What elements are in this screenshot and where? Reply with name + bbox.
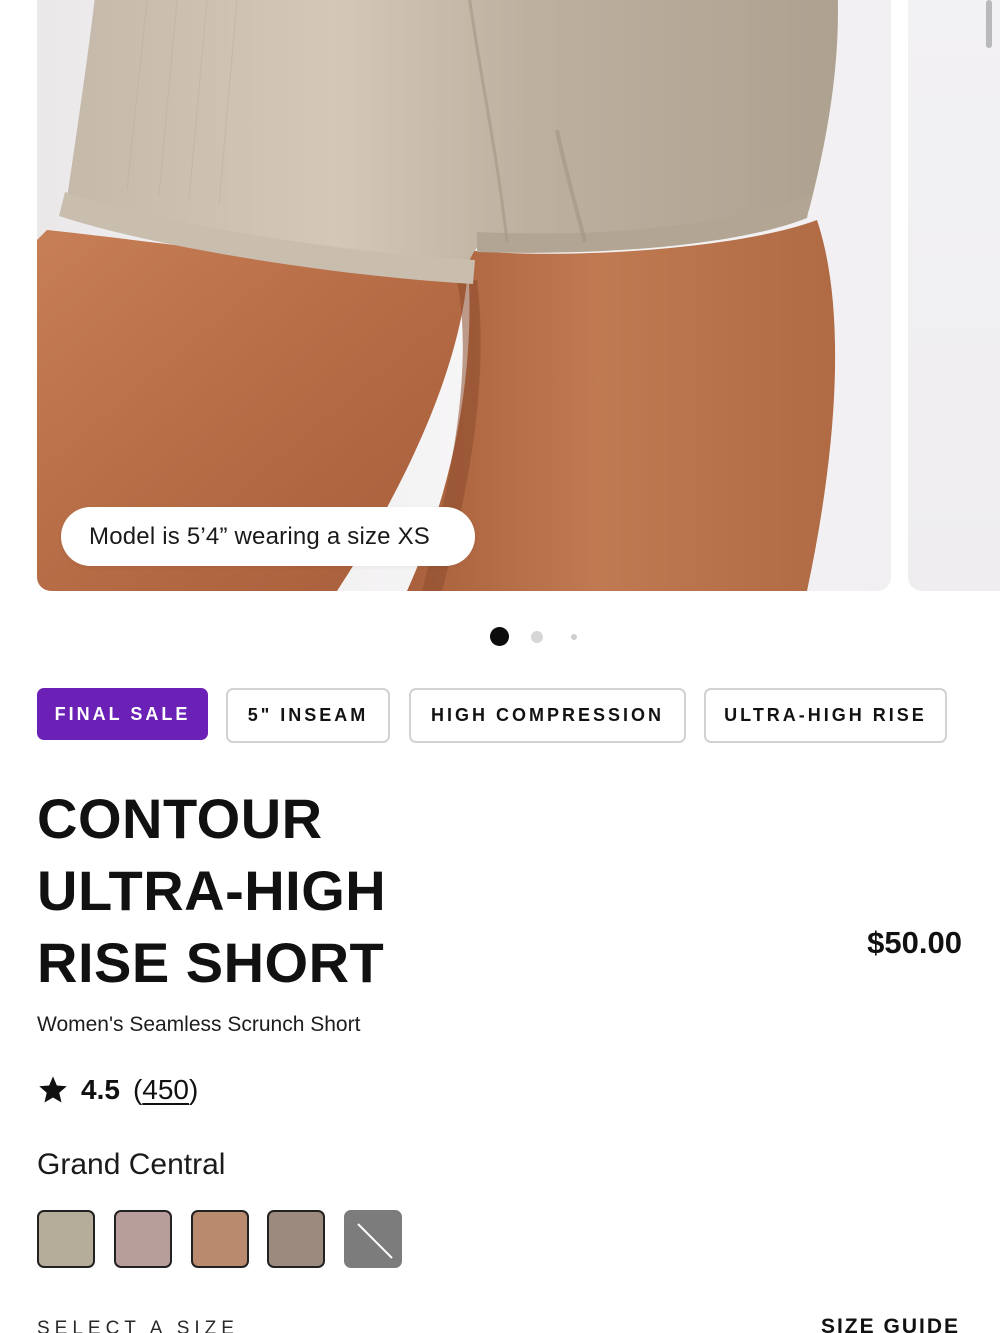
review-count[interactable]: 450: [142, 1074, 189, 1105]
size-guide-link[interactable]: SIZE GUIDE: [821, 1315, 960, 1333]
scrollbar[interactable]: [986, 0, 992, 48]
product-photo: [37, 0, 891, 591]
compression-tag[interactable]: HIGH COMPRESSION: [409, 688, 686, 743]
product-image-gallery[interactable]: Model is 5’4” wearing a size XS: [0, 0, 1000, 592]
final-sale-badge: FINAL SALE: [37, 688, 208, 740]
color-swatch-unavailable[interactable]: [344, 1210, 402, 1268]
color-swatch[interactable]: [191, 1210, 249, 1268]
review-count-link[interactable]: (450): [133, 1074, 198, 1106]
pagination-dot-active[interactable]: [490, 627, 509, 646]
select-size-label: SELECT A SIZE: [37, 1318, 239, 1333]
pagination-dot[interactable]: [571, 634, 577, 640]
product-rating[interactable]: 4.5 (450): [37, 1070, 198, 1110]
review-count-open-paren: (: [132, 1074, 143, 1105]
star-icon: [39, 1076, 67, 1103]
product-title-line-3: RISE SHORT: [37, 931, 385, 994]
product-title-line-2: ULTRA-HIGH: [37, 859, 387, 922]
product-title: CONTOUR ULTRA-HIGH RISE SHORT: [37, 783, 457, 999]
color-swatch[interactable]: [267, 1210, 325, 1268]
unavailable-slash-icon: [357, 1223, 393, 1259]
gallery-pagination: [0, 627, 1000, 647]
model-size-caption-text: Model is 5’4” wearing a size XS: [89, 522, 431, 550]
model-size-caption: Model is 5’4” wearing a size XS: [61, 507, 475, 566]
color-swatch[interactable]: [37, 1210, 95, 1268]
review-count-close-paren: ): [188, 1074, 199, 1105]
product-title-line-1: CONTOUR: [37, 787, 323, 850]
rise-tag[interactable]: ULTRA-HIGH RISE: [704, 688, 947, 743]
color-swatch[interactable]: [114, 1210, 172, 1268]
next-product-image-slide[interactable]: [908, 0, 1000, 591]
product-subtitle: Women's Seamless Scrunch Short: [37, 1013, 361, 1036]
pagination-dot[interactable]: [531, 631, 543, 643]
rating-value: 4.5: [81, 1074, 120, 1105]
product-price: $50.00: [867, 925, 962, 960]
inseam-tag[interactable]: 5" INSEAM: [226, 688, 390, 743]
product-image-slide[interactable]: [37, 0, 891, 591]
selected-color-name: Grand Central: [37, 1148, 226, 1181]
